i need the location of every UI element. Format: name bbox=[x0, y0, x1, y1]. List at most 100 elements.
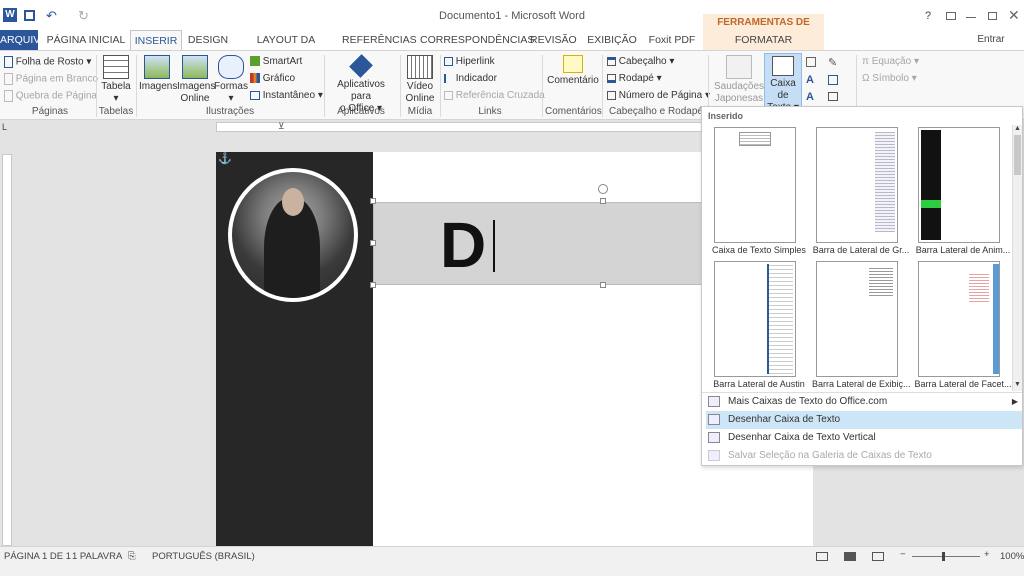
comment-button[interactable]: Comentário bbox=[546, 55, 600, 87]
language-indicator[interactable]: PORTUGUÊS (BRASIL) bbox=[152, 551, 255, 562]
text-box-content: D bbox=[440, 209, 487, 281]
indent-marker-icon[interactable]: ⊻ bbox=[278, 121, 285, 132]
resize-handle[interactable] bbox=[370, 240, 376, 246]
table-button[interactable]: Tabela ▾ bbox=[100, 55, 132, 105]
scroll-down-icon[interactable]: ▼ bbox=[1014, 381, 1021, 388]
tab-selector-icon[interactable]: L bbox=[2, 122, 7, 132]
office-online-icon bbox=[708, 395, 720, 407]
tab-foxit[interactable]: Foxit PDF bbox=[646, 30, 698, 50]
office-store-icon bbox=[349, 54, 373, 78]
zoom-level[interactable]: 100% bbox=[1000, 551, 1024, 562]
thumb-simple bbox=[714, 127, 796, 243]
anchor-icon: ⚓ bbox=[218, 153, 232, 165]
screenshot-button[interactable]: Instantâneo ▾ bbox=[250, 90, 323, 101]
chart-button[interactable]: Gráfico bbox=[250, 73, 295, 84]
zoom-slider-thumb[interactable] bbox=[942, 552, 945, 561]
print-layout-icon[interactable] bbox=[844, 552, 856, 561]
gallery-item-austin[interactable]: Barra Lateral de Austin bbox=[710, 259, 808, 391]
bookmark-icon bbox=[444, 73, 453, 83]
tab-arquivo[interactable]: ARQUIVO bbox=[0, 30, 48, 50]
cross-reference-button[interactable]: Referência Cruzada bbox=[444, 90, 545, 101]
close-icon[interactable]: ✕ bbox=[1008, 7, 1020, 24]
online-video-button[interactable]: Vídeo Online bbox=[403, 55, 437, 105]
gallery-scrollbar[interactable]: ▲ ▼ bbox=[1012, 125, 1022, 391]
tab-referencias[interactable]: REFERÊNCIAS bbox=[342, 30, 417, 50]
gallery-item-grid[interactable]: Barra de Lateral de Gr... bbox=[812, 125, 910, 257]
hyperlink-button[interactable]: Hiperlink bbox=[444, 56, 495, 67]
page-number-button[interactable]: Número de Página ▾ bbox=[607, 90, 710, 101]
greetings-button[interactable]: Saudações Japonesas bbox=[714, 55, 764, 105]
tab-layout[interactable]: LAYOUT DA PÁGINA bbox=[236, 30, 336, 66]
date-time-icon[interactable] bbox=[828, 75, 838, 85]
web-layout-icon[interactable] bbox=[872, 552, 884, 561]
blank-page-button[interactable]: Página em Branco bbox=[4, 73, 98, 85]
gallery-item-animation[interactable]: Barra Lateral de Anim... bbox=[914, 125, 1012, 257]
bookmark-button[interactable]: Indicador bbox=[444, 73, 497, 84]
sign-in-link[interactable]: Entrar bbox=[972, 30, 1010, 50]
video-label-1: Vídeo bbox=[406, 81, 434, 92]
object-icon[interactable] bbox=[828, 92, 838, 101]
caption-grid: Barra de Lateral de Gr... bbox=[812, 245, 910, 255]
thumb-austin-block bbox=[767, 264, 793, 374]
draw-text-box-item[interactable]: Desenhar Caixa de Texto bbox=[706, 411, 1022, 429]
tab-pagina-inicial[interactable]: PÁGINA INICIAL bbox=[46, 30, 126, 50]
shapes-label: Formas bbox=[214, 81, 248, 92]
text-box-button[interactable]: Caixa deTexto ▾ bbox=[764, 53, 802, 113]
zoom-in-icon[interactable]: + bbox=[984, 549, 990, 560]
symbol-label: Símbolo bbox=[872, 73, 909, 84]
wordart-icon[interactable]: A bbox=[806, 74, 814, 86]
resize-handle[interactable] bbox=[370, 282, 376, 288]
page-count[interactable]: PÁGINA 1 DE 1 bbox=[4, 551, 71, 562]
smartart-button[interactable]: SmartArt bbox=[250, 56, 302, 67]
word-count[interactable]: 1 PALAVRA bbox=[72, 551, 122, 562]
rotate-handle-icon[interactable] bbox=[598, 184, 608, 194]
gallery-item-facet[interactable]: Barra Lateral de Facet... bbox=[914, 259, 1012, 391]
ribbon-options-icon[interactable] bbox=[946, 12, 956, 20]
text-box[interactable] bbox=[373, 202, 703, 285]
page-break-button[interactable]: Quebra de Página bbox=[4, 90, 97, 102]
restore-icon[interactable] bbox=[988, 12, 997, 20]
tab-design[interactable]: DESIGN bbox=[186, 30, 230, 50]
pictures-button[interactable]: Imagens bbox=[139, 55, 177, 93]
scroll-up-icon[interactable]: ▲ bbox=[1014, 125, 1021, 132]
shapes-button[interactable]: Formas ▾ bbox=[214, 55, 248, 105]
vertical-ruler[interactable] bbox=[0, 134, 14, 546]
save-selection-item[interactable]: Salvar Seleção na Galeria de Caixas de T… bbox=[706, 447, 1022, 465]
more-text-boxes-item[interactable]: Mais Caixas de Texto do Office.com ▶ bbox=[706, 393, 1022, 411]
header-button[interactable]: Cabeçalho ▾ bbox=[607, 56, 674, 67]
scroll-thumb[interactable] bbox=[1014, 135, 1021, 175]
proofing-icon[interactable]: ⎘ bbox=[128, 551, 136, 562]
signature-line-icon[interactable]: ✎ bbox=[828, 56, 837, 69]
read-mode-icon[interactable] bbox=[816, 552, 828, 561]
resize-handle[interactable] bbox=[600, 282, 606, 288]
cover-page-button[interactable]: Folha de Rosto ▾ bbox=[4, 56, 91, 68]
zoom-slider[interactable] bbox=[912, 552, 980, 561]
zoom-out-icon[interactable]: − bbox=[900, 549, 906, 560]
cross-reference-label: Referência Cruzada bbox=[455, 90, 545, 101]
tab-formatar[interactable]: FORMATAR bbox=[703, 30, 824, 50]
tab-revisao[interactable]: REVISÃO bbox=[530, 30, 577, 50]
drop-cap-icon[interactable]: A bbox=[806, 91, 814, 103]
resize-handle[interactable] bbox=[600, 198, 606, 204]
ruler-track bbox=[216, 122, 706, 132]
thumb-animation bbox=[918, 127, 1000, 243]
minimize-icon[interactable] bbox=[966, 17, 976, 18]
gallery-item-simple[interactable]: Caixa de Texto Simples bbox=[710, 125, 808, 257]
blank-page-icon bbox=[4, 73, 13, 85]
profile-photo[interactable] bbox=[228, 168, 358, 302]
save-selection-icon bbox=[708, 449, 720, 461]
tab-exibicao[interactable]: EXIBIÇÃO bbox=[584, 30, 640, 50]
tab-inserir[interactable]: INSERIR bbox=[130, 30, 182, 50]
help-icon[interactable]: ? bbox=[925, 10, 931, 22]
draw-vertical-text-box-item[interactable]: Desenhar Caixa de Texto Vertical bbox=[706, 429, 1022, 447]
thumb-austin bbox=[714, 261, 796, 377]
cover-page-icon bbox=[4, 56, 13, 68]
tab-correspondencias[interactable]: CORRESPONDÊNCIAS bbox=[420, 30, 534, 50]
footer-button[interactable]: Rodapé ▾ bbox=[607, 73, 662, 84]
equation-button[interactable]: π Equação ▾ bbox=[862, 56, 919, 67]
gallery-item-exibicao[interactable]: Barra Lateral de Exibiç... bbox=[812, 259, 910, 391]
resize-handle[interactable] bbox=[370, 198, 376, 204]
quick-parts-icon[interactable] bbox=[806, 57, 816, 67]
symbol-button[interactable]: Ω Símbolo ▾ bbox=[862, 73, 917, 84]
online-pictures-button[interactable]: Imagens Online bbox=[177, 55, 215, 105]
